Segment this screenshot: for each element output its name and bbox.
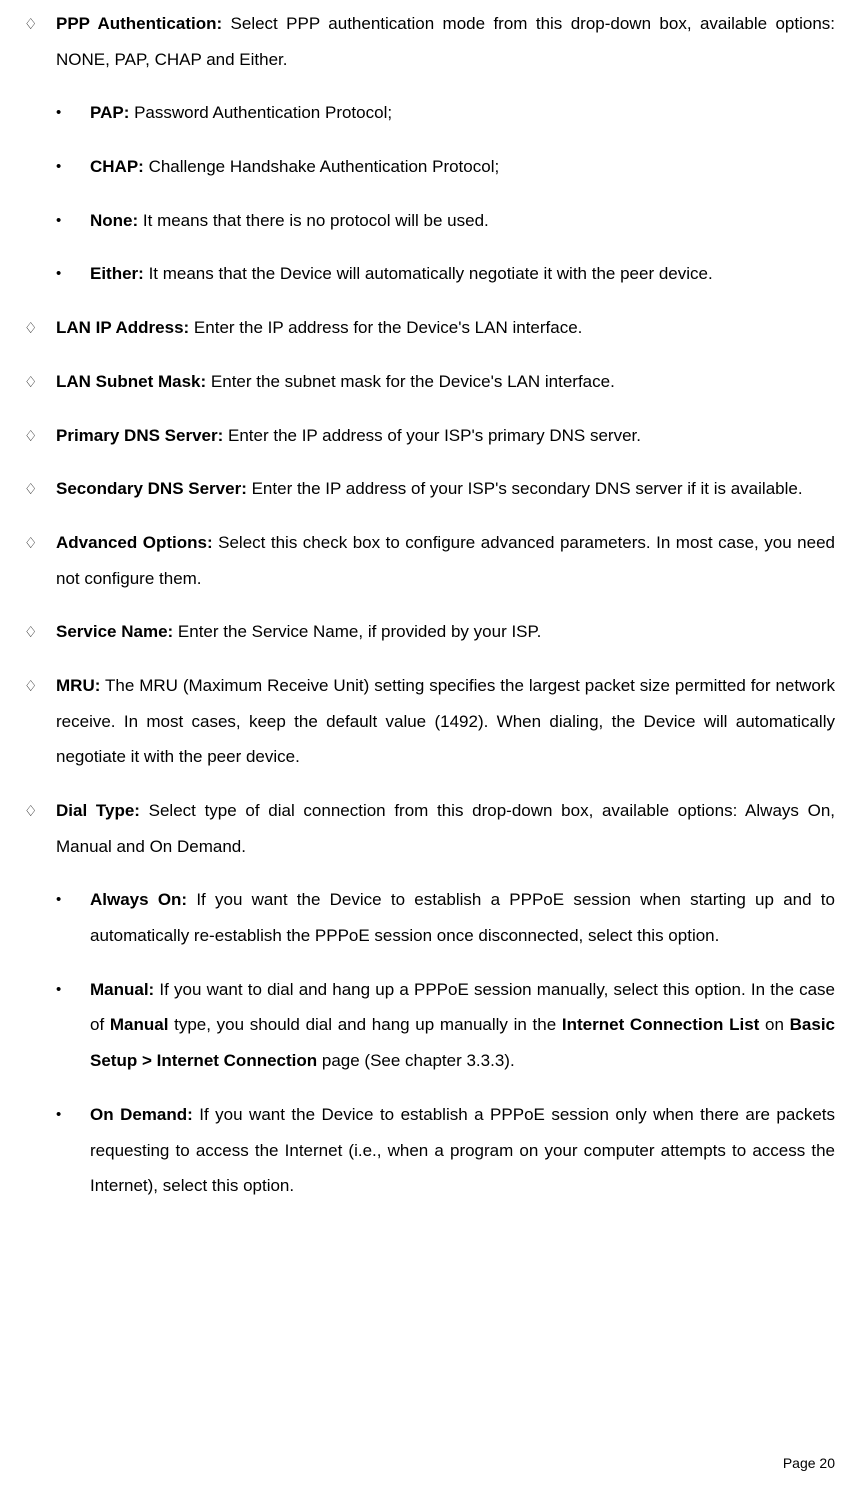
- diamond-list-item: ♢LAN Subnet Mask: Enter the subnet mask …: [24, 364, 835, 400]
- diamond-icon: ♢: [24, 614, 56, 650]
- item-label: LAN IP Address:: [56, 318, 189, 337]
- item-text: The MRU (Maximum Receive Unit) setting s…: [56, 676, 835, 766]
- item-label: Service Name:: [56, 622, 173, 641]
- diamond-icon: ♢: [24, 793, 56, 864]
- diamond-list-item: ♢MRU: The MRU (Maximum Receive Unit) set…: [24, 668, 835, 775]
- dot-list-item: •On Demand: If you want the Device to es…: [56, 1097, 835, 1204]
- list-item-body: LAN Subnet Mask: Enter the subnet mask f…: [56, 364, 835, 400]
- bullet-icon: •: [56, 203, 90, 239]
- item-label: CHAP:: [90, 157, 144, 176]
- item-label: Secondary DNS Server:: [56, 479, 247, 498]
- item-text: Enter the subnet mask for the Device's L…: [206, 372, 615, 391]
- bold-text: Manual: [110, 1015, 169, 1034]
- item-text: Enter the IP address for the Device's LA…: [189, 318, 582, 337]
- dot-list-item: •Either: It means that the Device will a…: [56, 256, 835, 292]
- diamond-icon: ♢: [24, 525, 56, 596]
- list-item-body: MRU: The MRU (Maximum Receive Unit) sett…: [56, 668, 835, 775]
- bullet-icon: •: [56, 149, 90, 185]
- item-label: MRU:: [56, 676, 100, 695]
- dot-list-item: •CHAP: Challenge Handshake Authenticatio…: [56, 149, 835, 185]
- item-text: Enter the IP address of your ISP's secon…: [247, 479, 803, 498]
- item-label: Either:: [90, 264, 144, 283]
- item-label: PPP Authentication:: [56, 14, 222, 33]
- diamond-icon: ♢: [24, 471, 56, 507]
- item-text: If you want the Device to establish a PP…: [90, 890, 835, 945]
- bullet-icon: •: [56, 882, 90, 953]
- item-label: Primary DNS Server:: [56, 426, 223, 445]
- dot-list-item: •None: It means that there is no protoco…: [56, 203, 835, 239]
- list-item-body: Always On: If you want the Device to est…: [90, 882, 835, 953]
- list-item-body: Advanced Options: Select this check box …: [56, 525, 835, 596]
- list-item-body: Service Name: Enter the Service Name, if…: [56, 614, 835, 650]
- list-item-body: LAN IP Address: Enter the IP address for…: [56, 310, 835, 346]
- list-item-body: Primary DNS Server: Enter the IP address…: [56, 418, 835, 454]
- item-text: Select type of dial connection from this…: [56, 801, 835, 856]
- diamond-list-item: ♢Service Name: Enter the Service Name, i…: [24, 614, 835, 650]
- diamond-list-item: ♢Advanced Options: Select this check box…: [24, 525, 835, 596]
- document-body: ♢PPP Authentication: Select PPP authenti…: [24, 6, 835, 1204]
- item-text: It means that the Device will automatica…: [144, 264, 713, 283]
- list-item-body: Secondary DNS Server: Enter the IP addre…: [56, 471, 835, 507]
- item-label: On Demand:: [90, 1105, 193, 1124]
- list-item-body: Dial Type: Select type of dial connectio…: [56, 793, 835, 864]
- list-item-body: PPP Authentication: Select PPP authentic…: [56, 6, 835, 77]
- bullet-icon: •: [56, 95, 90, 131]
- diamond-icon: ♢: [24, 310, 56, 346]
- item-label: Dial Type:: [56, 801, 140, 820]
- item-text: page (See chapter 3.3.3).: [317, 1051, 515, 1070]
- diamond-list-item: ♢Secondary DNS Server: Enter the IP addr…: [24, 471, 835, 507]
- item-text: If you want the Device to establish a PP…: [90, 1105, 835, 1195]
- item-label: None:: [90, 211, 138, 230]
- item-text: type, you should dial and hang up manual…: [168, 1015, 561, 1034]
- diamond-list-item: ♢Primary DNS Server: Enter the IP addres…: [24, 418, 835, 454]
- bullet-icon: •: [56, 1097, 90, 1204]
- list-item-body: PAP: Password Authentication Protocol;: [90, 95, 835, 131]
- diamond-icon: ♢: [24, 418, 56, 454]
- list-item-body: CHAP: Challenge Handshake Authentication…: [90, 149, 835, 185]
- diamond-icon: ♢: [24, 364, 56, 400]
- bold-text: Internet Connection List: [562, 1015, 759, 1034]
- item-text: Enter the Service Name, if provided by y…: [173, 622, 541, 641]
- item-text: on: [759, 1015, 789, 1034]
- diamond-icon: ♢: [24, 6, 56, 77]
- diamond-icon: ♢: [24, 668, 56, 775]
- page-footer: Page 20: [783, 1455, 835, 1472]
- diamond-list-item: ♢LAN IP Address: Enter the IP address fo…: [24, 310, 835, 346]
- diamond-list-item: ♢Dial Type: Select type of dial connecti…: [24, 793, 835, 864]
- list-item-body: Manual: If you want to dial and hang up …: [90, 972, 835, 1079]
- diamond-list-item: ♢PPP Authentication: Select PPP authenti…: [24, 6, 835, 77]
- bullet-icon: •: [56, 972, 90, 1079]
- item-text: Challenge Handshake Authentication Proto…: [144, 157, 499, 176]
- item-text: It means that there is no protocol will …: [138, 211, 489, 230]
- item-text: Password Authentication Protocol;: [129, 103, 392, 122]
- item-label: Always On:: [90, 890, 187, 909]
- item-label: Advanced Options:: [56, 533, 213, 552]
- bullet-icon: •: [56, 256, 90, 292]
- dot-list-item: •Manual: If you want to dial and hang up…: [56, 972, 835, 1079]
- dot-list-item: •PAP: Password Authentication Protocol;: [56, 95, 835, 131]
- list-item-body: On Demand: If you want the Device to est…: [90, 1097, 835, 1204]
- dot-list-item: •Always On: If you want the Device to es…: [56, 882, 835, 953]
- item-label: Manual:: [90, 980, 154, 999]
- list-item-body: Either: It means that the Device will au…: [90, 256, 835, 292]
- item-label: PAP:: [90, 103, 129, 122]
- item-label: LAN Subnet Mask:: [56, 372, 206, 391]
- item-text: Enter the IP address of your ISP's prima…: [223, 426, 641, 445]
- list-item-body: None: It means that there is no protocol…: [90, 203, 835, 239]
